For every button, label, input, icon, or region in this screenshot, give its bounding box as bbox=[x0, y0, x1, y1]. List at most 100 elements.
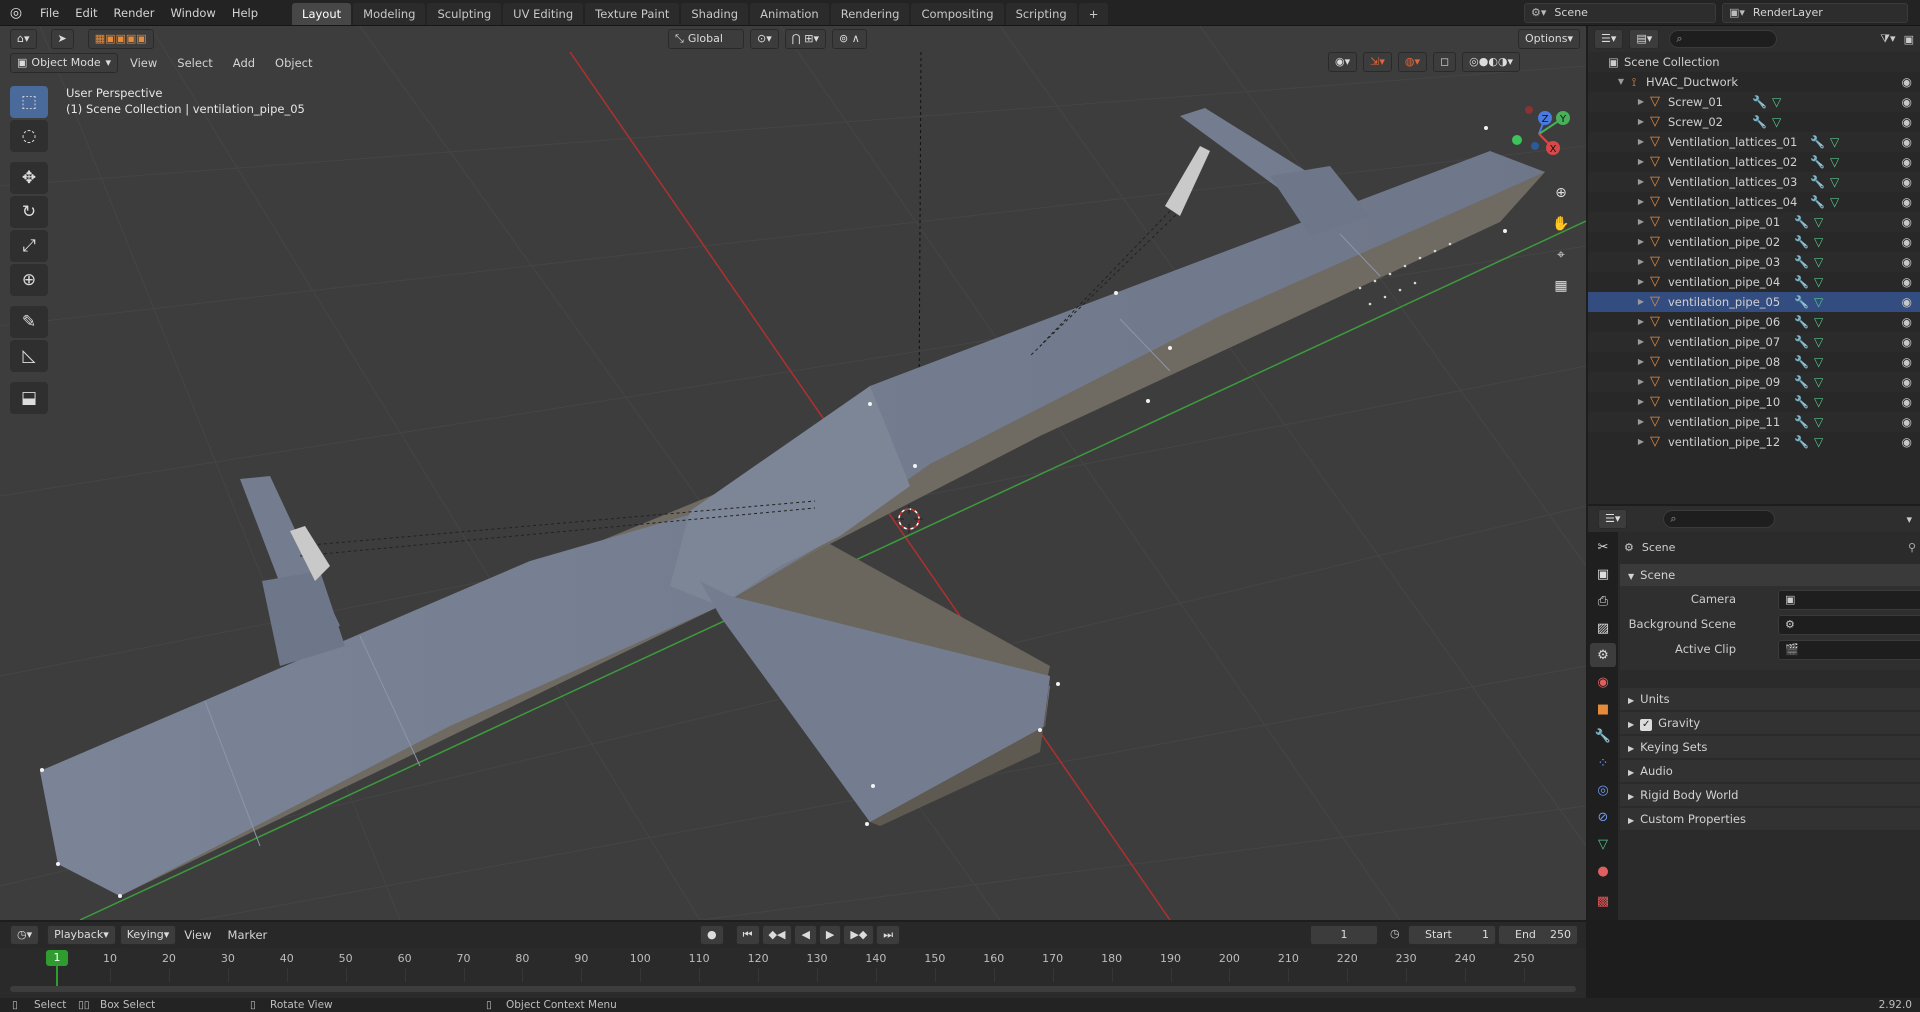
tab-sculpting[interactable]: Sculpting bbox=[427, 3, 502, 25]
units-panel-header[interactable]: ▶ Units bbox=[1620, 688, 1920, 710]
transform-orientation-dropdown[interactable]: ⤡ Global bbox=[668, 29, 744, 49]
tab-object[interactable]: ■ bbox=[1590, 697, 1616, 721]
jump-start-button[interactable]: ⏮ bbox=[735, 925, 760, 945]
transform-tool[interactable]: ⊕ bbox=[10, 264, 48, 296]
outliner-search-input[interactable]: ⌕ bbox=[1669, 30, 1778, 48]
modifier-icon[interactable]: 🔧 bbox=[1794, 312, 1809, 332]
proportional-edit-toggle[interactable]: ⊚ ∧ bbox=[832, 29, 867, 49]
end-frame-field[interactable]: End 250 bbox=[1498, 925, 1578, 945]
timeline-track[interactable]: 10 20 30 40 50 60 70 80 90 100 110 120 130 140 150 160 1… bbox=[0, 948, 1586, 998]
outliner-row-object[interactable]: ▶ ▽ Ventilation_lattices_02 🔧 ▽ ◉ bbox=[1588, 152, 1920, 172]
navigation-gizmo[interactable]: Z Y X bbox=[1505, 96, 1577, 186]
properties-editor-type[interactable]: ☰▾ bbox=[1598, 509, 1628, 529]
zoom-icon[interactable]: ⊕ bbox=[1548, 180, 1574, 206]
tab-compositing[interactable]: Compositing bbox=[911, 3, 1004, 25]
outliner-row-object[interactable]: ▶ ▽ ventilation_pipe_07 🔧 ▽ ◉ bbox=[1588, 332, 1920, 352]
tab-uv-editing[interactable]: UV Editing bbox=[503, 3, 584, 25]
menu-help[interactable]: Help bbox=[224, 0, 266, 26]
expand-triangle-icon[interactable]: ▶ bbox=[1636, 152, 1646, 172]
outliner-row-scene-collection[interactable]: ▣ Scene Collection bbox=[1588, 52, 1920, 72]
modifier-icon[interactable]: 🔧 bbox=[1794, 412, 1809, 432]
expand-triangle-icon[interactable]: ▶ bbox=[1636, 172, 1646, 192]
eye-icon[interactable]: ◉ bbox=[1902, 252, 1912, 272]
tab-texture[interactable]: ▩ bbox=[1590, 889, 1616, 913]
menu-window[interactable]: Window bbox=[162, 0, 223, 26]
mesh-data-icon[interactable]: ▽ bbox=[1814, 432, 1823, 452]
tab-physics[interactable]: ◎ bbox=[1590, 778, 1616, 802]
tab-material[interactable]: ● bbox=[1590, 859, 1616, 883]
expand-triangle-icon[interactable]: ▶ bbox=[1636, 212, 1646, 232]
mesh-data-icon[interactable]: ▽ bbox=[1772, 112, 1781, 132]
current-frame-field[interactable]: 1 bbox=[1310, 925, 1378, 945]
properties-search-input[interactable]: ⌕ bbox=[1663, 510, 1776, 528]
editor-type-button[interactable]: ⌂▾ bbox=[10, 29, 37, 49]
tab-modeling[interactable]: Modeling bbox=[353, 3, 426, 25]
options-dropdown[interactable]: Options ▾ bbox=[1518, 29, 1580, 49]
modifier-icon[interactable]: 🔧 bbox=[1752, 112, 1767, 132]
expand-triangle-icon[interactable]: ▶ bbox=[1636, 92, 1646, 112]
add-workspace-button[interactable]: + bbox=[1078, 3, 1109, 25]
mesh-data-icon[interactable]: ▽ bbox=[1830, 192, 1839, 212]
tab-particles[interactable]: ⁘ bbox=[1590, 751, 1616, 775]
modifier-icon[interactable]: 🔧 bbox=[1794, 252, 1809, 272]
gizmo-toggle[interactable]: ⇲▾ bbox=[1363, 52, 1392, 72]
modifier-icon[interactable]: 🔧 bbox=[1810, 132, 1825, 152]
perspective-grid-icon[interactable]: ▦ bbox=[1548, 273, 1574, 299]
tab-animation[interactable]: Animation bbox=[750, 3, 829, 25]
timeline-editor-type[interactable]: ◷▾ bbox=[10, 925, 40, 945]
preview-range-icon[interactable]: ◷ bbox=[1390, 927, 1400, 940]
collapse-triangle-icon[interactable]: ▼ bbox=[1616, 72, 1626, 92]
mesh-data-icon[interactable]: ▽ bbox=[1830, 132, 1839, 152]
modifier-icon[interactable]: 🔧 bbox=[1794, 212, 1809, 232]
mesh-data-icon[interactable]: ▽ bbox=[1830, 172, 1839, 192]
eye-icon[interactable]: ◉ bbox=[1902, 432, 1912, 452]
move-tool[interactable]: ✥ bbox=[10, 162, 48, 194]
duct-model[interactable] bbox=[40, 108, 1545, 898]
pan-hand-icon[interactable]: ✋ bbox=[1548, 211, 1574, 237]
outliner-row-object[interactable]: ▶ ▽ Ventilation_lattices_01 🔧 ▽ ◉ bbox=[1588, 132, 1920, 152]
expand-triangle-icon[interactable]: ▶ bbox=[1636, 112, 1646, 132]
xray-toggle[interactable]: ◻ bbox=[1433, 52, 1457, 72]
expand-triangle-icon[interactable]: ▶ bbox=[1636, 392, 1646, 412]
keying-dropdown[interactable]: Keying ▾ bbox=[119, 925, 177, 945]
gravity-checkbox[interactable]: ✓ bbox=[1640, 719, 1653, 731]
menu-edit[interactable]: Edit bbox=[67, 0, 105, 26]
outliner-row-object[interactable]: ▶ ▽ Screw_01 🔧 ▽ ◉ bbox=[1588, 92, 1920, 112]
expand-triangle-icon[interactable]: ▶ bbox=[1636, 252, 1646, 272]
background-scene-field[interactable]: ⚙ bbox=[1778, 615, 1920, 635]
eye-icon[interactable]: ◉ bbox=[1902, 332, 1912, 352]
eye-icon[interactable]: ◉ bbox=[1902, 292, 1912, 312]
audio-panel-header[interactable]: ▶ Audio bbox=[1620, 760, 1920, 782]
outliner-row-object[interactable]: ▶ ▽ ventilation_pipe_02 🔧 ▽ ◉ bbox=[1588, 232, 1920, 252]
mesh-data-icon[interactable]: ▽ bbox=[1814, 212, 1823, 232]
gravity-panel-header[interactable]: ▶ ✓ Gravity bbox=[1620, 712, 1920, 734]
expand-triangle-icon[interactable]: ▶ bbox=[1636, 312, 1646, 332]
expand-triangle-icon[interactable]: ▶ bbox=[1636, 412, 1646, 432]
eye-icon[interactable]: ◉ bbox=[1902, 92, 1912, 112]
expand-triangle-icon[interactable]: ▶ bbox=[1636, 332, 1646, 352]
tab-scripting[interactable]: Scripting bbox=[1005, 3, 1077, 25]
tab-constraints[interactable]: ⊘ bbox=[1590, 805, 1616, 829]
tab-render[interactable]: ▣ bbox=[1590, 562, 1616, 586]
mesh-data-icon[interactable]: ▽ bbox=[1814, 312, 1823, 332]
modifier-icon[interactable]: 🔧 bbox=[1794, 392, 1809, 412]
outliner-row-object[interactable]: ▶ ▽ Ventilation_lattices_04 🔧 ▽ ◉ bbox=[1588, 192, 1920, 212]
eye-icon[interactable]: ◉ bbox=[1902, 232, 1912, 252]
outliner-row-object[interactable]: ▶ ▽ ventilation_pipe_12 🔧 ▽ ◉ bbox=[1588, 432, 1920, 452]
outliner-editor-type[interactable]: ☰▾ bbox=[1594, 29, 1624, 49]
tab-world[interactable]: ◉ bbox=[1590, 670, 1616, 694]
expand-triangle-icon[interactable]: ▶ bbox=[1636, 352, 1646, 372]
select-box-tool[interactable]: ⬚ bbox=[10, 86, 48, 118]
expand-triangle-icon[interactable]: ▶ bbox=[1636, 272, 1646, 292]
mesh-data-icon[interactable]: ▽ bbox=[1814, 252, 1823, 272]
modifier-icon[interactable]: 🔧 bbox=[1810, 152, 1825, 172]
outliner-row-object[interactable]: ▶ ▽ ventilation_pipe_04 🔧 ▽ ◉ bbox=[1588, 272, 1920, 292]
new-collection-icon[interactable]: ▣ bbox=[1904, 33, 1914, 46]
expand-triangle-icon[interactable]: ▶ bbox=[1636, 232, 1646, 252]
outliner-row-object[interactable]: ▶ ▽ ventilation_pipe_06 🔧 ▽ ◉ bbox=[1588, 312, 1920, 332]
pin-icon[interactable]: ⚲ bbox=[1908, 541, 1916, 554]
expand-triangle-icon[interactable]: ▶ bbox=[1636, 132, 1646, 152]
display-mode-dropdown[interactable]: ▤▾ bbox=[1629, 29, 1660, 49]
eye-icon[interactable]: ◉ bbox=[1902, 152, 1912, 172]
keying-sets-panel-header[interactable]: ▶ Keying Sets bbox=[1620, 736, 1920, 758]
